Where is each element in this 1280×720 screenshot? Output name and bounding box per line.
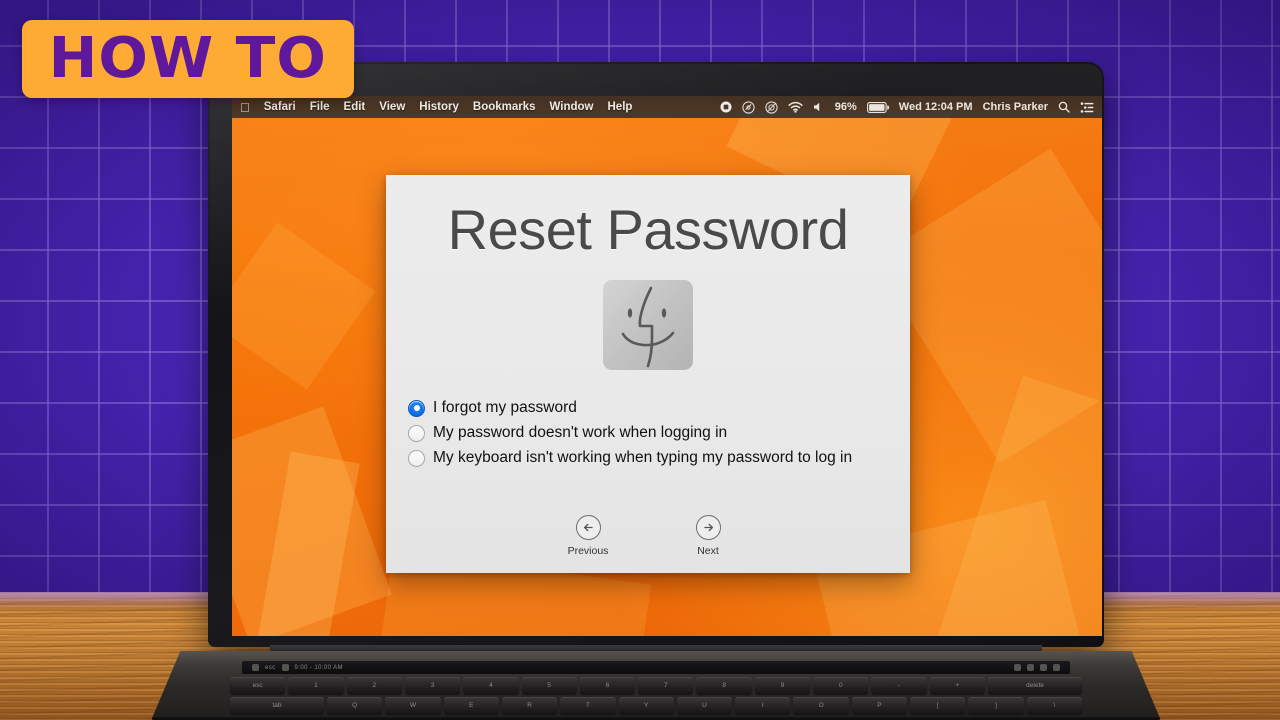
key[interactable]: W	[385, 697, 441, 714]
menu-edit[interactable]: Edit	[344, 101, 366, 113]
key[interactable]: 7	[638, 677, 694, 694]
keyboard-row: esc 1 2 3 4 5 6 7 8 9 0 - + delete	[229, 677, 1083, 694]
touch-bar-icon[interactable]	[1014, 664, 1021, 671]
key[interactable]: 0	[813, 677, 869, 694]
key[interactable]: Q	[326, 697, 383, 714]
page-title: Reset Password	[447, 198, 849, 261]
apple-logo-icon[interactable]: 	[240, 101, 250, 114]
menu-help[interactable]: Help	[608, 101, 633, 113]
key-delete[interactable]: delete	[988, 677, 1083, 694]
dialog-navigation: Previous Next	[386, 515, 910, 557]
battery-percentage: 96%	[834, 101, 857, 113]
keyboard-keys: esc 1 2 3 4 5 6 7 8 9 0 - + delete tab Q…	[229, 677, 1083, 717]
menu-bar-clock[interactable]: Wed 12:04 PM	[899, 101, 973, 113]
next-button-label: Next	[697, 545, 719, 557]
key[interactable]: Y	[618, 697, 674, 714]
key[interactable]: 3	[404, 677, 461, 694]
menu-window[interactable]: Window	[550, 101, 594, 113]
wallpaper-shape	[232, 222, 376, 390]
touch-bar-icon[interactable]	[1040, 664, 1047, 671]
key[interactable]: I	[735, 697, 791, 714]
key[interactable]: 1	[288, 677, 344, 694]
menu-view[interactable]: View	[379, 101, 405, 113]
touch-bar-icon[interactable]	[281, 664, 289, 671]
key-tab[interactable]: tab	[229, 697, 324, 714]
reset-reason-radio-group: I forgot my password My password doesn't…	[408, 396, 910, 470]
how-to-badge: HOW TO	[22, 20, 354, 98]
wifi-icon[interactable]	[788, 101, 803, 113]
arrow-left-circle-icon	[575, 515, 601, 540]
key[interactable]: U	[676, 697, 733, 714]
touch-bar[interactable]: esc 9:00 - 10:00 AM	[242, 661, 1070, 674]
laptop-base: esc 9:00 - 10:00 AM esc 1 2 3 4 5 6 7 8 …	[150, 645, 1162, 720]
key[interactable]: 5	[521, 677, 577, 694]
key[interactable]: 8	[696, 677, 752, 694]
radio-option-forgot-password[interactable]: I forgot my password	[408, 396, 910, 420]
radio-option-label: I forgot my password	[433, 399, 577, 416]
key[interactable]: T	[560, 697, 616, 714]
search-icon[interactable]	[1058, 101, 1070, 113]
key[interactable]: ]	[968, 697, 1024, 714]
radio-button[interactable]	[408, 449, 425, 467]
key[interactable]: esc	[229, 677, 286, 694]
menu-bar-user-name[interactable]: Chris Parker	[983, 101, 1048, 113]
menu-bookmarks[interactable]: Bookmarks	[473, 101, 536, 113]
key[interactable]: R	[501, 697, 558, 714]
arrow-right-circle-icon	[695, 515, 721, 540]
menu-bar-left-group:  Safari File Edit View History Bookmark…	[240, 101, 632, 114]
keyboard-row: tab Q W E R T Y U I O P [ ] \	[229, 697, 1083, 714]
radio-button[interactable]	[408, 424, 425, 442]
keyboard-deck: esc 9:00 - 10:00 AM esc 1 2 3 4 5 6 7 8 …	[150, 651, 1162, 720]
next-button[interactable]: Next	[676, 515, 740, 557]
touch-bar-esc-label: esc	[265, 664, 276, 671]
radio-option-label: My password doesn't work when logging in	[433, 424, 728, 441]
finder-face-icon	[603, 280, 693, 370]
touch-bar-icon[interactable]	[1027, 664, 1034, 671]
record-icon[interactable]	[720, 101, 732, 113]
previous-button-label: Previous	[567, 545, 609, 557]
key[interactable]: 9	[754, 677, 811, 694]
how-to-badge-label: HOW TO	[48, 26, 328, 91]
control-center-icon[interactable]	[1080, 101, 1094, 113]
key[interactable]: [	[910, 697, 966, 714]
radio-option-keyboard-not-working[interactable]: My keyboard isn't working when typing my…	[408, 446, 910, 470]
laptop-lid: MacBook Pro  Safari File Edit	[208, 62, 1104, 647]
key[interactable]: E	[443, 697, 499, 714]
menu-safari[interactable]: Safari	[264, 101, 296, 113]
screen-sharing-icon[interactable]	[742, 100, 755, 114]
touch-bar-center-label: 9:00 - 10:00 AM	[294, 664, 343, 671]
key[interactable]: +	[929, 677, 986, 694]
key[interactable]: P	[851, 697, 908, 714]
radio-button-selected[interactable]	[408, 399, 425, 417]
radio-option-label: My keyboard isn't working when typing my…	[433, 449, 853, 466]
menu-bar-status-group: 96% Wed 12:04 PM Chris Parker	[720, 100, 1094, 114]
macos-menu-bar:  Safari File Edit View History Bookmark…	[232, 96, 1102, 118]
key[interactable]: 6	[579, 677, 636, 694]
key[interactable]: \	[1026, 697, 1083, 714]
menu-history[interactable]: History	[419, 101, 459, 113]
laptop-screen:  Safari File Edit View History Bookmark…	[232, 96, 1102, 636]
touch-bar-icon[interactable]	[252, 664, 259, 671]
previous-button[interactable]: Previous	[556, 515, 620, 557]
volume-icon[interactable]	[813, 101, 825, 113]
touch-bar-icon[interactable]	[1053, 664, 1060, 671]
macbook-pro-laptop: MacBook Pro  Safari File Edit	[150, 62, 1162, 720]
key[interactable]: O	[793, 697, 849, 714]
reset-password-dialog: Reset Password I forgot my password My p…	[386, 175, 910, 573]
menu-file[interactable]: File	[310, 101, 330, 113]
key[interactable]: -	[871, 677, 927, 694]
key[interactable]: 4	[463, 677, 519, 694]
key[interactable]: 2	[346, 677, 402, 694]
radio-option-password-not-working[interactable]: My password doesn't work when logging in	[408, 421, 910, 445]
battery-icon[interactable]	[866, 101, 889, 113]
airplay-icon[interactable]	[765, 100, 778, 114]
